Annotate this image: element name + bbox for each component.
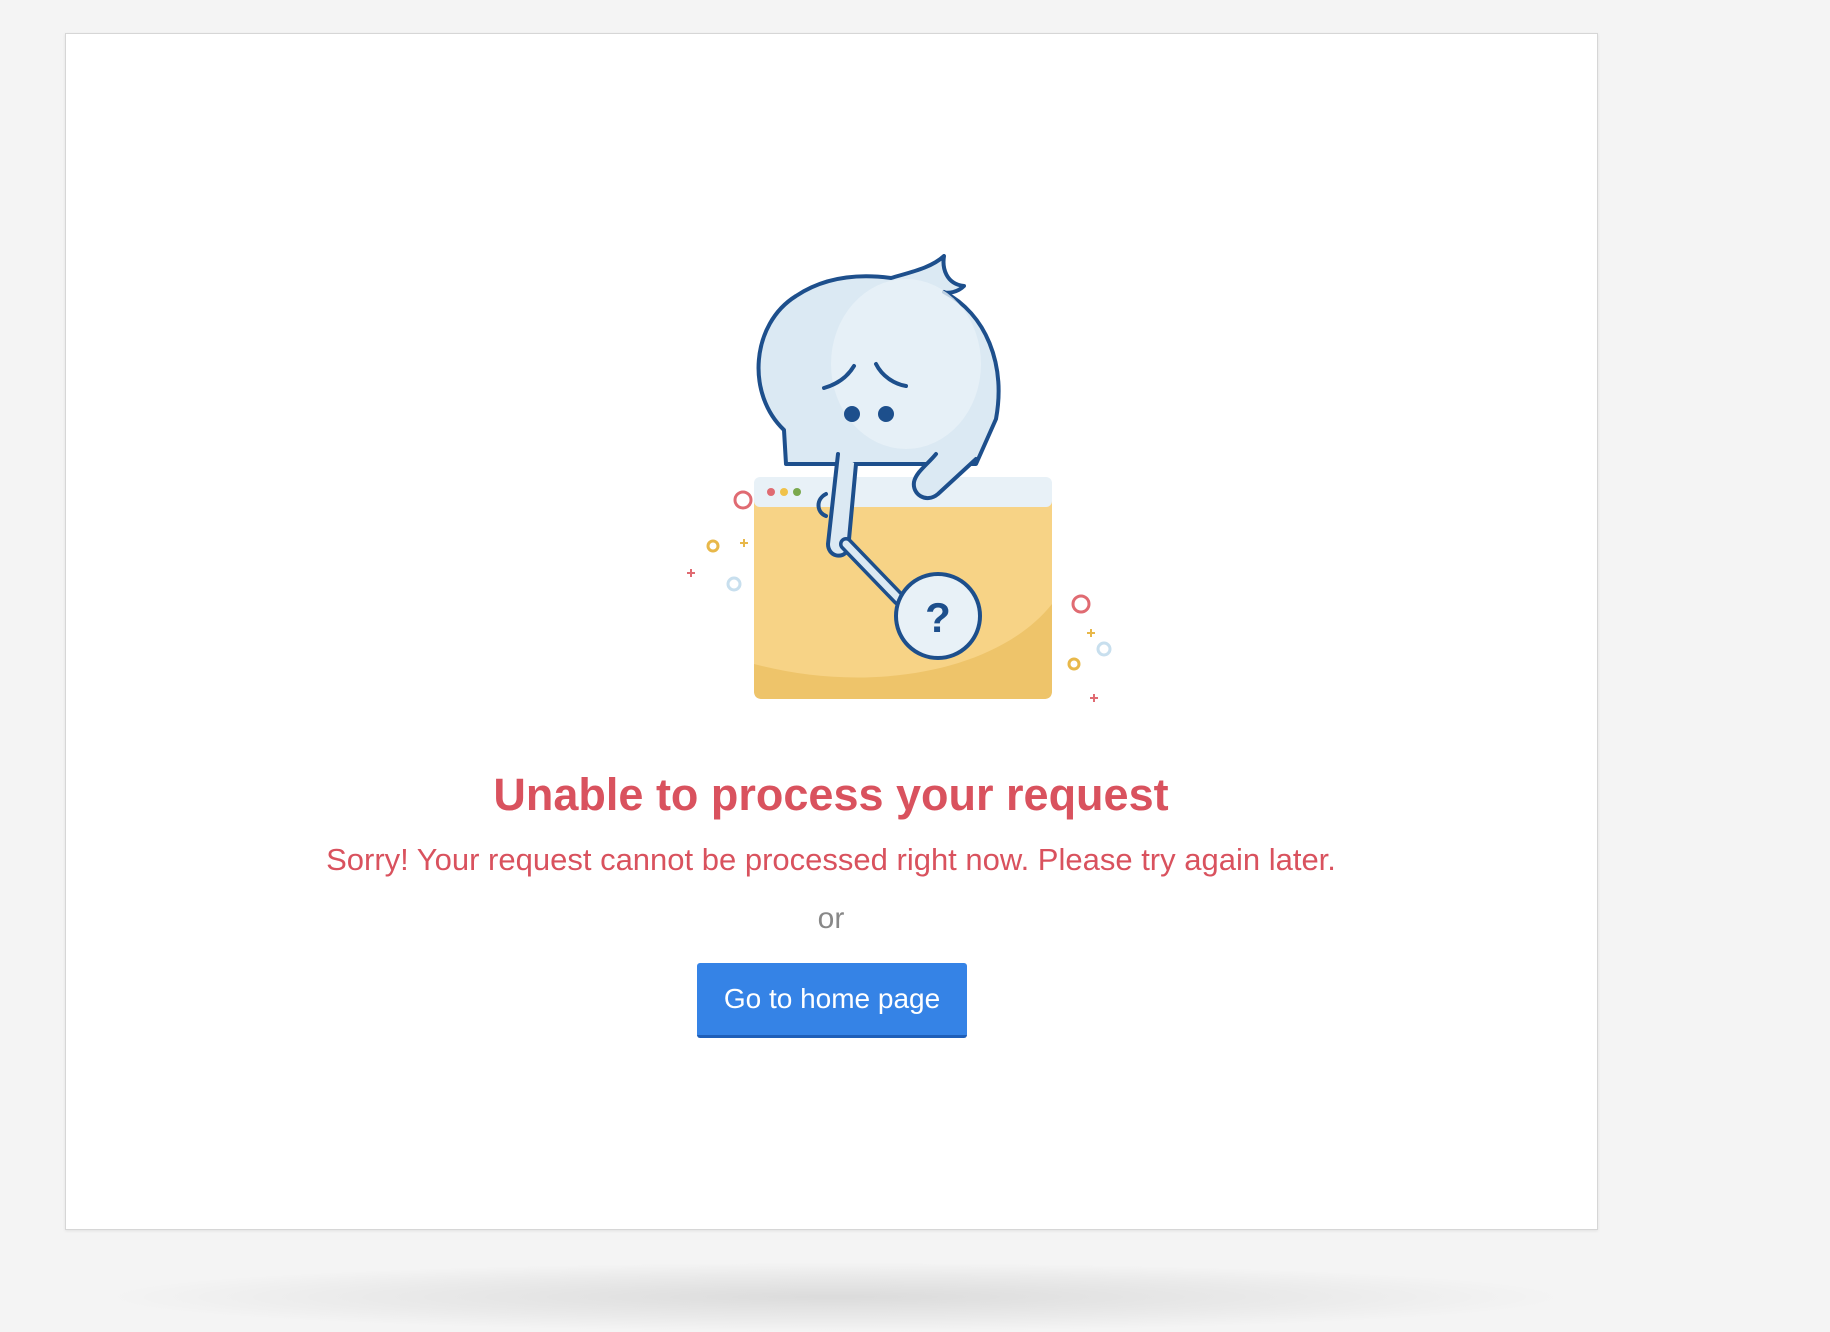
go-home-button[interactable]: Go to home page (697, 963, 967, 1038)
character-head-icon (756, 254, 1001, 466)
error-title: Unable to process your request (493, 769, 1169, 820)
folder-icon (754, 477, 1052, 699)
error-card: ? Unable to process your request Sorry! … (65, 33, 1598, 1230)
question-mark: ? (925, 594, 951, 641)
or-separator: or (817, 902, 845, 935)
error-illustration: ? (687, 254, 1112, 702)
card-shadow (95, 1262, 1575, 1332)
error-message: Sorry! Your request cannot be processed … (326, 842, 1336, 877)
